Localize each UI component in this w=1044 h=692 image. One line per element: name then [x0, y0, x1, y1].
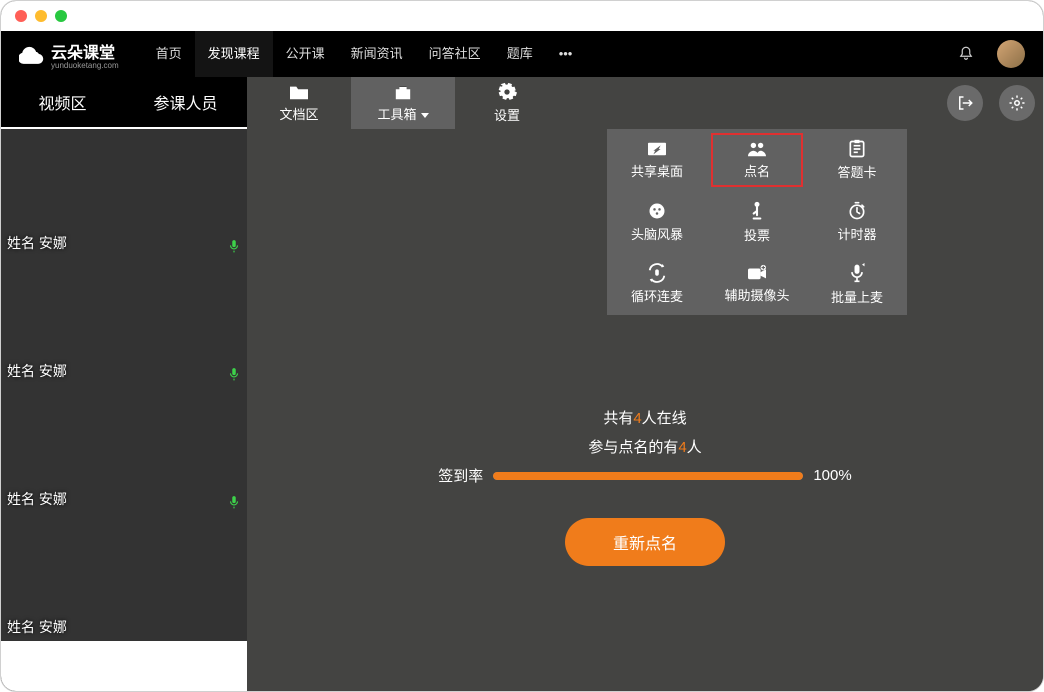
gear-icon [497, 82, 517, 102]
progress-fill [493, 472, 803, 480]
nav-question-bank[interactable]: 题库 [494, 31, 546, 77]
roll-call-button[interactable]: 点名 [707, 129, 807, 191]
user-avatar[interactable] [997, 40, 1025, 68]
mic-icon [227, 495, 241, 509]
sidebar: 视频区 参课人员 姓名 安娜 姓名 安娜 姓名 安娜 [1, 77, 247, 691]
minimize-window-icon[interactable] [35, 10, 47, 22]
nav-more[interactable]: ••• [546, 31, 586, 77]
aux-camera-icon [746, 264, 768, 282]
online-count-line: 共有4人在线 [603, 407, 686, 428]
answer-sheet-icon [847, 139, 867, 159]
roll-call-stats: 共有4人在线 参与点名的有4人 签到率 100% 重新点名 [247, 407, 1043, 566]
attendance-rate-row: 签到率 100% [438, 465, 851, 486]
mic-icon [227, 239, 241, 253]
vote-icon [747, 200, 767, 222]
video-list: 姓名 安娜 姓名 安娜 姓名 安娜 姓名 安娜 [1, 129, 247, 691]
bell-icon[interactable] [957, 45, 975, 63]
gear-icon [1008, 94, 1026, 112]
settings-label: 设置 [494, 105, 520, 124]
participant-name: 姓名 安娜 [7, 489, 67, 509]
loop-mic-icon [646, 263, 668, 283]
doc-area-label: 文档区 [279, 104, 318, 123]
tab-participants[interactable]: 参课人员 [124, 77, 247, 127]
tab-video-area[interactable]: 视频区 [1, 77, 124, 127]
toolbox-dropdown: 共享桌面 点名 答题卡 头脑风暴 投票 [607, 129, 907, 315]
redo-rollcall-button[interactable]: 重新点名 [565, 518, 725, 566]
nav-discover[interactable]: 发现课程 [195, 31, 273, 77]
participant-name: 姓名 安娜 [7, 361, 67, 381]
timer-button[interactable]: 计时器 [807, 191, 907, 253]
video-tile[interactable]: 姓名 安娜 [1, 257, 247, 385]
nav-open-class[interactable]: 公开课 [273, 31, 338, 77]
mic-icon [227, 367, 241, 381]
brand-sub: yunduoketang.com [51, 61, 119, 70]
settings-round-button[interactable] [999, 85, 1035, 121]
screen-share-icon [646, 140, 668, 158]
window-titlebar [1, 1, 1043, 31]
progress-bar [493, 472, 803, 480]
top-nav: 云朵课堂 yunduoketang.com 首页 发现课程 公开课 新闻资讯 问… [1, 31, 1043, 77]
brand-name: 云朵课堂 [51, 39, 119, 63]
settings-button[interactable]: 设置 [455, 77, 559, 129]
brainstorm-icon [647, 201, 667, 221]
batch-mic-button[interactable]: 批量上麦 [807, 253, 907, 315]
brainstorm-button[interactable]: 头脑风暴 [607, 191, 707, 253]
toolbox-label: 工具箱 [377, 104, 428, 123]
rate-value: 100% [813, 467, 851, 484]
rollcall-count-line: 参与点名的有4人 [588, 436, 701, 457]
nav-news[interactable]: 新闻资讯 [338, 31, 416, 77]
maximize-window-icon[interactable] [55, 10, 67, 22]
screen-share-button[interactable]: 共享桌面 [607, 129, 707, 191]
aux-camera-button[interactable]: 辅助摄像头 [707, 253, 807, 315]
roll-call-icon [746, 140, 768, 158]
nav-home[interactable]: 首页 [143, 31, 195, 77]
sidebar-tabs: 视频区 参课人员 [1, 77, 247, 129]
main-area: 文档区 工具箱 设置 [247, 77, 1043, 691]
batch-mic-icon [847, 262, 867, 284]
video-tile-empty [1, 641, 247, 691]
close-window-icon[interactable] [15, 10, 27, 22]
video-tile[interactable]: 姓名 安娜 [1, 129, 247, 257]
exit-button[interactable] [947, 85, 983, 121]
loop-mic-button[interactable]: 循环连麦 [607, 253, 707, 315]
participant-name: 姓名 安娜 [7, 233, 67, 253]
main-toolbar: 文档区 工具箱 设置 [247, 77, 1043, 129]
video-tile[interactable]: 姓名 安娜 [1, 513, 247, 641]
toolbox-button[interactable]: 工具箱 [351, 77, 455, 129]
video-tile[interactable]: 姓名 安娜 [1, 385, 247, 513]
brand-logo[interactable]: 云朵课堂 yunduoketang.com [19, 39, 119, 70]
nav-qa[interactable]: 问答社区 [416, 31, 494, 77]
app-window: 云朵课堂 yunduoketang.com 首页 发现课程 公开课 新闻资讯 问… [0, 0, 1044, 692]
toolbox-icon [392, 83, 414, 101]
folder-icon [288, 83, 310, 101]
cloud-icon [19, 41, 45, 67]
exit-icon [956, 94, 974, 112]
vote-button[interactable]: 投票 [707, 191, 807, 253]
doc-area-button[interactable]: 文档区 [247, 77, 351, 129]
rate-label: 签到率 [438, 465, 483, 486]
timer-icon [847, 201, 867, 221]
participant-name: 姓名 安娜 [7, 617, 67, 637]
answer-sheet-button[interactable]: 答题卡 [807, 129, 907, 191]
